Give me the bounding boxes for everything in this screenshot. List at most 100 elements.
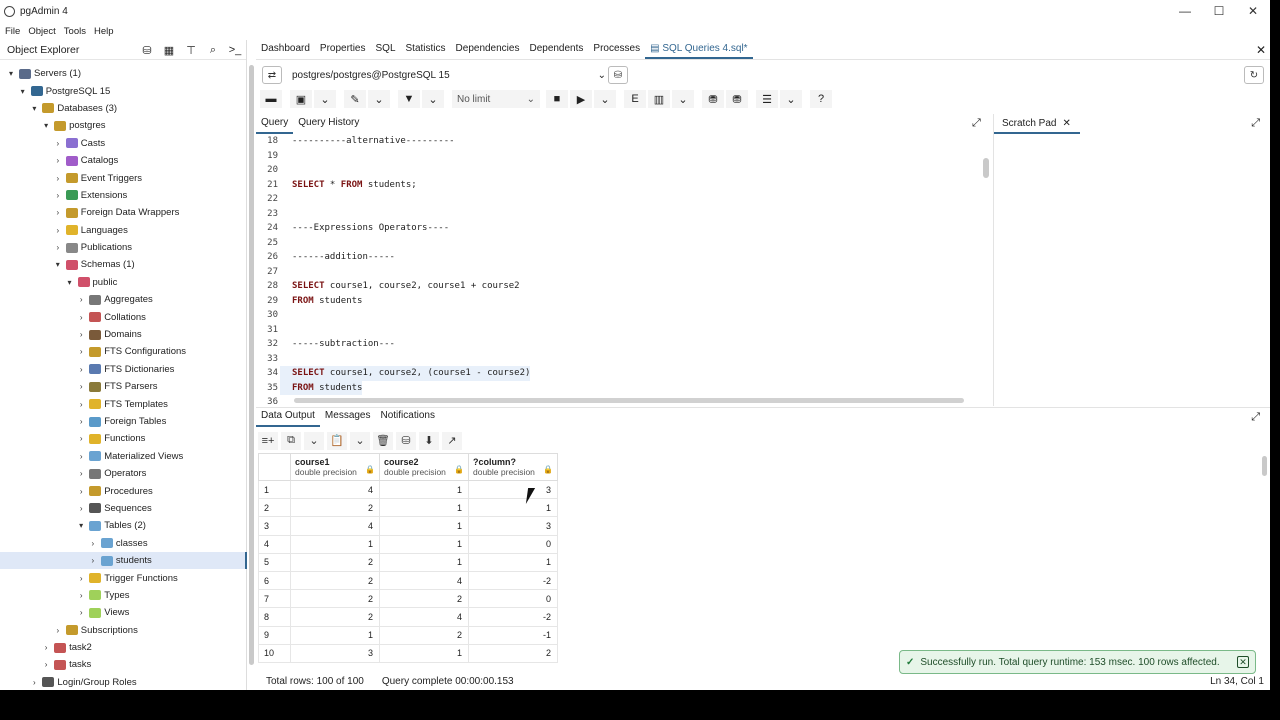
chevron-right-icon[interactable]: › — [76, 574, 86, 583]
chevron-right-icon[interactable]: › — [88, 556, 98, 565]
table-row[interactable]: 4110 — [258, 534, 558, 554]
refresh-icon[interactable]: ↻ — [1244, 66, 1264, 84]
row-limit-select[interactable]: No limit ⌄ — [452, 90, 540, 108]
chevron-down-icon[interactable]: ▾ — [18, 87, 28, 96]
table-cell[interactable]: 4 — [290, 479, 380, 500]
editor-line[interactable]: 31 — [256, 323, 992, 338]
menu-file[interactable]: File — [5, 26, 20, 37]
tree-node[interactable]: › Materialized Views — [0, 448, 247, 465]
stop-icon[interactable]: ■ — [546, 90, 568, 108]
tab-dependencies[interactable]: Dependencies — [451, 39, 525, 59]
table-cell[interactable]: -1 — [468, 625, 558, 645]
chevron-right-icon[interactable]: › — [53, 174, 63, 183]
editor-line[interactable]: 34 SELECT course1, course2, (course1 - co… — [256, 366, 992, 381]
tab-statistics[interactable]: Statistics — [401, 39, 451, 59]
copy-dropdown-icon[interactable]: ⌄ — [304, 431, 324, 450]
table-cell[interactable]: 2 — [290, 589, 380, 609]
editor-line[interactable]: 21 SELECT * FROM students; — [256, 178, 992, 193]
editor-scrollbar[interactable] — [983, 158, 989, 178]
chevron-right-icon[interactable]: › — [76, 452, 86, 461]
editor-line[interactable]: 23 — [256, 207, 992, 222]
edit-dropdown-icon[interactable]: ⌄ — [368, 90, 390, 108]
panel-splitter[interactable] — [247, 40, 256, 690]
tree-node[interactable]: › Login/Group Roles — [0, 674, 247, 690]
explain-dropdown-icon[interactable]: ⌄ — [672, 90, 694, 108]
table-cell[interactable]: 0 — [468, 589, 558, 609]
table-cell[interactable]: 2 — [290, 498, 380, 518]
database-connect-icon[interactable]: ⛁ — [608, 66, 628, 84]
chevron-down-icon[interactable]: ▾ — [29, 104, 39, 113]
editor-line[interactable]: 22 — [256, 192, 992, 207]
table-cell[interactable]: 3 — [290, 643, 380, 663]
help-icon[interactable]: ? — [810, 90, 832, 108]
chevron-right-icon[interactable]: › — [41, 660, 51, 669]
menu-tools[interactable]: Tools — [64, 26, 86, 37]
tree-node[interactable]: › Languages — [0, 222, 247, 239]
tab-sql[interactable]: SQL — [371, 39, 401, 59]
editor-line[interactable]: 33 — [256, 352, 992, 367]
tree-node[interactable]: › FTS Templates — [0, 395, 247, 412]
tree-node[interactable]: › Publications — [0, 239, 247, 256]
tree-node[interactable]: › Procedures — [0, 482, 247, 499]
save-data-icon[interactable]: ⛁ — [396, 431, 416, 450]
table-cell[interactable]: 1 — [379, 479, 469, 500]
connection-link-icon[interactable]: ⇄ — [262, 66, 282, 84]
tab-properties[interactable]: Properties — [315, 39, 371, 59]
tree-node[interactable]: › Domains — [0, 326, 247, 343]
tree-node[interactable]: › FTS Dictionaries — [0, 361, 247, 378]
table-cell[interactable]: 4 — [379, 607, 469, 627]
chevron-right-icon[interactable]: › — [76, 434, 86, 443]
chevron-right-icon[interactable]: › — [41, 643, 51, 652]
tree-node[interactable]: › classes — [0, 535, 247, 552]
chevron-down-icon[interactable]: ▾ — [41, 121, 51, 130]
table-row[interactable]: 5211 — [258, 552, 558, 572]
table-cell[interactable]: 1 — [290, 625, 380, 645]
tree-node[interactable]: › tasks — [0, 656, 247, 673]
chevron-down-icon[interactable]: ▾ — [65, 278, 75, 287]
tree-node[interactable]: › task2 — [0, 639, 247, 656]
table-cell[interactable]: -2 — [468, 607, 558, 627]
table-cell[interactable]: 2 — [290, 607, 380, 627]
minimize-button[interactable]: — — [1168, 0, 1202, 22]
editor-horizontal-scrollbar[interactable] — [294, 398, 964, 403]
table-row[interactable]: 1413 — [258, 479, 558, 500]
table-cell[interactable]: 1 — [468, 498, 558, 518]
chevron-right-icon[interactable]: › — [76, 330, 86, 339]
editor-line[interactable]: 29 FROM students — [256, 294, 992, 309]
tree-node[interactable]: › Views — [0, 604, 247, 621]
tab-dashboard[interactable]: Dashboard — [256, 39, 315, 59]
table-cell[interactable]: -2 — [468, 570, 558, 591]
column-header[interactable]: course2 double precision 🔒 — [379, 453, 469, 481]
table-row[interactable]: 2211 — [258, 498, 558, 518]
graph-icon[interactable]: ↗ — [442, 431, 462, 450]
editor-line[interactable]: 32 -----subtraction--- — [256, 337, 992, 352]
tab-messages[interactable]: Messages — [320, 407, 376, 427]
column-header[interactable]: ?column? double precision 🔒 — [468, 453, 558, 481]
chevron-right-icon[interactable]: › — [76, 365, 86, 374]
menu-help[interactable]: Help — [94, 26, 114, 37]
tab-dependents[interactable]: Dependents — [524, 39, 588, 59]
chevron-down-icon[interactable]: ▾ — [6, 69, 16, 78]
table-cell[interactable]: 4 — [290, 516, 380, 536]
tab-data-output[interactable]: Data Output — [256, 407, 320, 427]
editor-line[interactable]: 28 SELECT course1, course2, course1 + cou… — [256, 279, 992, 294]
chevron-right-icon[interactable]: › — [29, 678, 39, 687]
tree-node[interactable]: › Extensions — [0, 187, 247, 204]
table-row[interactable]: 8 2 4 -2 — [258, 607, 558, 627]
chevron-right-icon[interactable]: › — [76, 591, 86, 600]
editor-line[interactable]: 27 — [256, 265, 992, 280]
table-cell[interactable]: 2 — [290, 552, 380, 572]
tab-sql-queries[interactable]: ▤ SQL Queries 4.sql* — [645, 39, 753, 59]
grid-scrollbar[interactable] — [1262, 456, 1267, 476]
close-tab-icon[interactable]: ✕ — [1256, 43, 1266, 57]
table-row[interactable]: 10 3 1 2 — [258, 643, 558, 663]
explorer-scrollbar[interactable] — [249, 65, 254, 665]
connection-select[interactable]: postgres/postgres@PostgreSQL 15 ⌄ — [290, 66, 608, 84]
table-cell[interactable]: 1 — [379, 516, 469, 536]
filter-dropdown-icon[interactable]: ⌄ — [422, 90, 444, 108]
macros-dropdown-icon[interactable]: ⌄ — [780, 90, 802, 108]
editor-line[interactable]: 25 — [256, 236, 992, 251]
chevron-right-icon[interactable]: › — [76, 608, 86, 617]
table-cell[interactable]: 0 — [468, 534, 558, 554]
edit-icon[interactable]: ✎ — [344, 90, 366, 108]
